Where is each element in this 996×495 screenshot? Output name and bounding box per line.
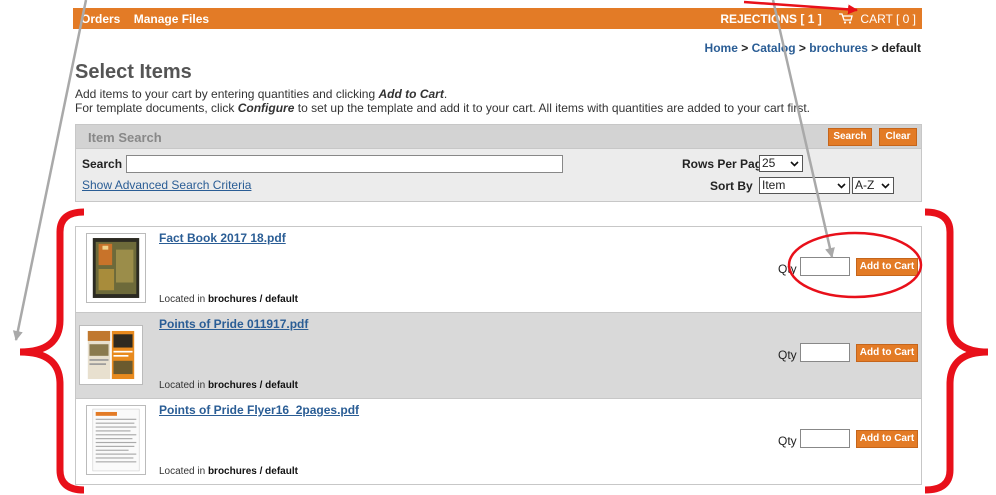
breadcrumb-current: default <box>881 41 921 55</box>
item-location: Located in brochures / default <box>159 466 298 477</box>
add-to-cart-button[interactable]: Add to Cart <box>856 344 918 362</box>
rows-per-page-select[interactable]: 25 <box>759 155 803 172</box>
qty-input[interactable] <box>800 429 850 448</box>
annotation-brace-right <box>924 208 989 494</box>
qty-label: Qty <box>778 434 797 448</box>
breadcrumb: Home > Catalog > brochures > default <box>705 41 921 55</box>
nav-orders[interactable]: Orders <box>81 12 120 26</box>
qty-input[interactable] <box>800 343 850 362</box>
qty-label: Qty <box>778 348 797 362</box>
rows-per-page-label: Rows Per Page <box>682 157 769 171</box>
item-list: Fact Book 2017 18.pdf Located in brochur… <box>75 226 922 488</box>
document-thumbnail[interactable] <box>86 233 146 303</box>
top-nav-bar: Orders Manage Files REJECTIONS [ 1 ] CAR… <box>73 8 922 29</box>
breadcrumb-separator: > <box>795 41 810 55</box>
chevron-down-icon <box>837 183 846 189</box>
add-to-cart-button[interactable]: Add to Cart <box>856 430 918 448</box>
item-search-title: Item Search <box>88 130 162 145</box>
page-instructions: Add items to your cart by entering quant… <box>75 87 810 115</box>
breadcrumb-separator: > <box>867 41 882 55</box>
breadcrumb-catalog[interactable]: Catalog <box>752 41 796 55</box>
item-row: Points of Pride Flyer16_2pages.pdf Locat… <box>75 399 922 485</box>
instruction-line-1: Add items to your cart by entering quant… <box>75 87 448 101</box>
cart-icon[interactable] <box>839 13 853 24</box>
item-search-panel: Item Search Search Clear Search Show Adv… <box>75 124 922 202</box>
document-thumbnail[interactable] <box>79 325 143 385</box>
nav-cart[interactable]: CART [ 0 ] <box>860 12 916 26</box>
item-name-link[interactable]: Points of Pride Flyer16_2pages.pdf <box>159 403 359 417</box>
chevron-down-icon <box>790 161 799 167</box>
search-button[interactable]: Search <box>828 128 872 146</box>
search-input[interactable] <box>126 155 563 173</box>
nav-rejections[interactable]: REJECTIONS [ 1 ] <box>720 12 821 26</box>
instruction-line-2: For template documents, click Configure … <box>75 101 811 115</box>
item-name-link[interactable]: Fact Book 2017 18.pdf <box>159 231 286 245</box>
chevron-down-icon <box>881 183 890 189</box>
breadcrumb-home[interactable]: Home <box>705 41 738 55</box>
item-search-header: Item Search Search Clear <box>76 125 921 149</box>
qty-input[interactable] <box>800 257 850 276</box>
search-label: Search <box>82 157 123 171</box>
item-row: Points of Pride 011917.pdf Located in br… <box>75 313 922 399</box>
item-location: Located in brochures / default <box>159 380 298 391</box>
item-row: Fact Book 2017 18.pdf Located in brochur… <box>75 227 922 313</box>
sort-order-select[interactable]: A-Z <box>852 177 894 194</box>
page-title: Select Items <box>75 61 192 83</box>
add-to-cart-button[interactable]: Add to Cart <box>856 258 918 276</box>
sort-by-label: Sort By <box>710 179 753 193</box>
breadcrumb-brochures[interactable]: brochures <box>809 41 868 55</box>
advanced-search-link[interactable]: Show Advanced Search Criteria <box>82 178 251 192</box>
breadcrumb-separator: > <box>737 41 752 55</box>
qty-label: Qty <box>778 262 797 276</box>
nav-manage-files[interactable]: Manage Files <box>134 12 209 26</box>
sort-by-select[interactable]: Item <box>759 177 850 194</box>
item-location: Located in brochures / default <box>159 294 298 305</box>
document-thumbnail[interactable] <box>86 405 146 475</box>
item-name-link[interactable]: Points of Pride 011917.pdf <box>159 317 308 331</box>
clear-button[interactable]: Clear <box>879 128 917 146</box>
